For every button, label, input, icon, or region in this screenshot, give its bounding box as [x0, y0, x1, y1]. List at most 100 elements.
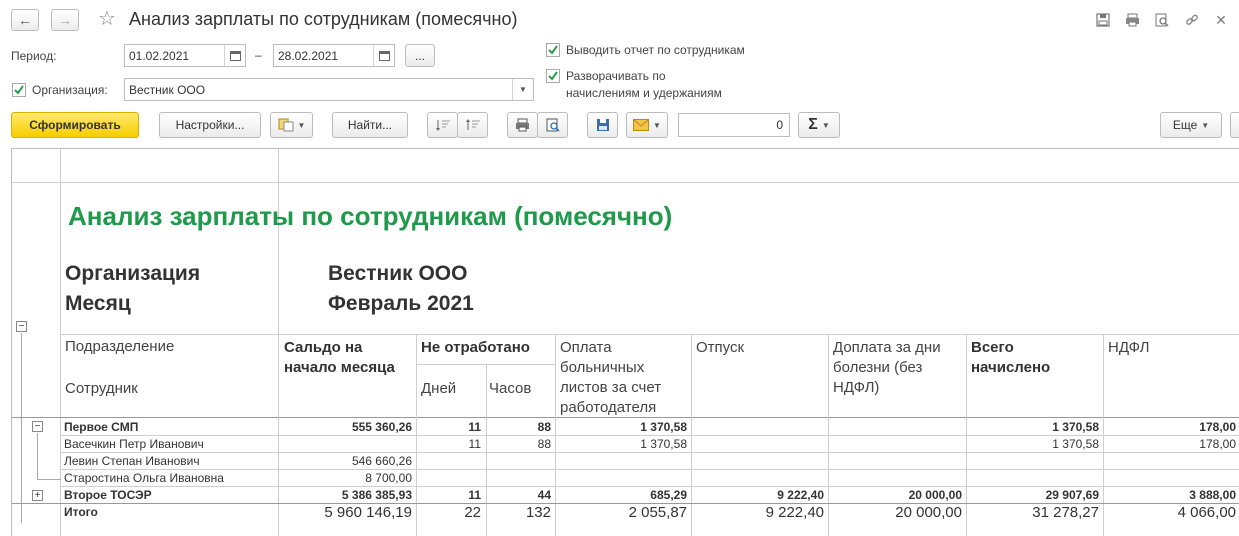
row-4-vacation[interactable]: 9 222,40	[777, 488, 824, 502]
date-to-field[interactable]: 28.02.2021	[273, 44, 395, 67]
row-5-days[interactable]: 22	[464, 504, 481, 521]
sort-icon	[465, 118, 481, 132]
settings-button[interactable]: Настройки...	[159, 112, 261, 138]
row-0-name[interactable]: Первое СМП	[64, 420, 138, 434]
row-4-extra[interactable]: 20 000,00	[909, 488, 962, 502]
period-label: Период:	[11, 49, 57, 63]
row-5-total[interactable]: 31 278,27	[1032, 504, 1099, 521]
col-balance-header-l2: начало месяца	[284, 359, 395, 376]
print-icon	[515, 118, 530, 132]
row-0-total[interactable]: 1 370,58	[1052, 420, 1099, 434]
preview-button[interactable]	[537, 112, 568, 138]
expand-checkbox[interactable]	[546, 69, 560, 83]
date-dash: –	[255, 48, 262, 62]
window-title: Анализ зарплаты по сотрудникам (помесячн…	[129, 9, 518, 29]
row-5-balance[interactable]: 5 960 146,19	[324, 504, 412, 521]
period-select-button[interactable]: ...	[405, 44, 435, 67]
col-sick-header-l1: Оплата	[560, 339, 612, 356]
row-5-name[interactable]: Итого	[64, 505, 98, 519]
print-button[interactable]	[507, 112, 538, 138]
row-0-ndfl[interactable]: 178,00	[1199, 420, 1236, 434]
sum-button[interactable]: Σ ▼	[798, 112, 840, 138]
caret-down-icon: ▼	[821, 120, 830, 130]
row-4-days[interactable]: 11	[468, 488, 481, 502]
row-0-days[interactable]: 11	[468, 420, 481, 434]
calendar-icon[interactable]	[373, 45, 394, 66]
col-ndfl-header: НДФЛ	[1108, 339, 1150, 356]
more-label: Еще	[1172, 118, 1198, 132]
calendar-icon[interactable]	[224, 45, 245, 66]
row-3-balance[interactable]: 8 700,00	[365, 471, 412, 485]
organization-checkbox[interactable]	[12, 83, 26, 97]
forward-button[interactable]: →	[51, 9, 79, 31]
row-0-sick[interactable]: 1 370,58	[640, 420, 687, 434]
row-4-total[interactable]: 29 907,69	[1046, 488, 1099, 502]
row-1-total[interactable]: 1 370,58	[1052, 437, 1099, 451]
col-extra-header-l2: болезни (без	[833, 359, 923, 376]
organization-label: Организация:	[32, 83, 108, 97]
favorite-star-icon[interactable]: ☆	[98, 8, 116, 30]
print-icon[interactable]	[1123, 11, 1141, 29]
row-5-ndfl[interactable]: 4 066,00	[1178, 504, 1236, 521]
table-border	[60, 334, 1239, 335]
col-not-worked-header: Не отработано	[421, 339, 530, 356]
sort-desc-button[interactable]	[457, 112, 488, 138]
row-4-hours[interactable]: 44	[538, 488, 551, 502]
tree-line	[37, 479, 61, 480]
row-line	[60, 452, 1239, 453]
sort-asc-button[interactable]	[427, 112, 458, 138]
caret-down-icon: ▼	[653, 120, 661, 130]
more-button[interactable]: Еще ▼	[1160, 112, 1222, 138]
row-2-name[interactable]: Левин Степан Иванович	[64, 454, 200, 468]
report-month-label: Месяц	[65, 292, 131, 315]
row-1-hours[interactable]: 88	[538, 437, 551, 451]
row-5-sick[interactable]: 2 055,87	[629, 504, 687, 521]
row-4-ndfl[interactable]: 3 888,00	[1189, 488, 1236, 502]
variants-button[interactable]: ▼	[270, 112, 313, 138]
envelope-icon	[633, 119, 650, 131]
col-hours-header: Часов	[489, 380, 532, 397]
save-button[interactable]	[587, 112, 618, 138]
send-email-button[interactable]: ▼	[626, 112, 668, 138]
gutter-divider	[12, 182, 1239, 183]
sum-value-field[interactable]: 0	[678, 113, 790, 137]
row-3-name[interactable]: Старостина Ольга Ивановна	[64, 471, 224, 485]
by-employees-checkbox[interactable]	[546, 43, 560, 57]
row-1-name[interactable]: Васечкин Петр Иванович	[64, 437, 204, 451]
find-button[interactable]: Найти...	[332, 112, 408, 138]
row-1-days[interactable]: 11	[469, 437, 481, 451]
row-5-extra[interactable]: 20 000,00	[895, 504, 962, 521]
row-4-name[interactable]: Второе ТОСЭР	[64, 488, 152, 502]
row-0-balance[interactable]: 555 360,26	[352, 420, 412, 434]
row-4-sick[interactable]: 685,29	[650, 488, 687, 502]
row-4-balance[interactable]: 5 386 385,93	[342, 488, 412, 502]
collapse-group-icon[interactable]: −	[16, 321, 27, 332]
back-button[interactable]: ←	[11, 9, 39, 31]
link-icon[interactable]	[1183, 11, 1201, 29]
generate-button[interactable]: Сформировать	[11, 112, 139, 138]
col-total-header-l2: начислено	[971, 359, 1051, 376]
organization-field[interactable]: Вестник ООО ▼	[124, 78, 534, 101]
collapse-row-icon[interactable]: −	[32, 421, 43, 432]
row-line	[60, 486, 1239, 487]
report-variant-icon	[278, 118, 294, 132]
report-area[interactable]: Анализ зарплаты по сотрудникам (помесячн…	[11, 148, 1239, 536]
by-employees-label: Выводить отчет по сотрудникам	[566, 43, 745, 57]
expand-row-icon[interactable]: +	[32, 490, 43, 501]
caret-down-icon: ▼	[297, 120, 306, 130]
help-button[interactable]	[1230, 112, 1239, 138]
report-org-value: Вестник ООО	[328, 262, 468, 285]
dropdown-icon[interactable]: ▼	[512, 79, 533, 100]
date-from-field[interactable]: 01.02.2021	[124, 44, 246, 67]
close-icon[interactable]: ×	[1212, 10, 1230, 30]
save-icon[interactable]	[1094, 11, 1112, 29]
row-5-hours[interactable]: 132	[526, 504, 551, 521]
col-total-header-l1: Всего	[971, 339, 1014, 356]
preview-icon[interactable]	[1153, 11, 1171, 29]
row-1-sick[interactable]: 1 370,58	[640, 437, 687, 451]
row-2-balance[interactable]: 546 660,26	[352, 454, 412, 468]
gutter-divider	[278, 149, 279, 334]
row-5-vacation[interactable]: 9 222,40	[766, 504, 824, 521]
row-1-ndfl[interactable]: 178,00	[1199, 437, 1236, 451]
row-0-hours[interactable]: 88	[538, 420, 551, 434]
